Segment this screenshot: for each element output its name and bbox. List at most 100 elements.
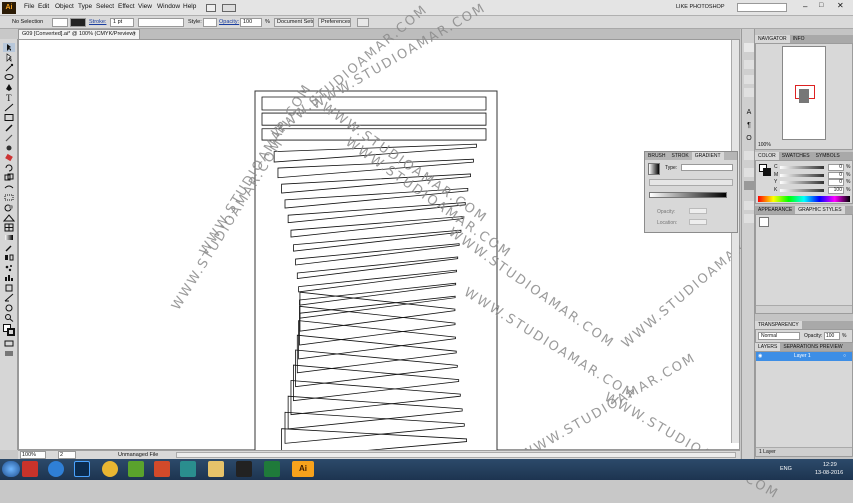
- menu-file[interactable]: File: [24, 3, 34, 10]
- stroke-panel-icon[interactable]: [744, 168, 754, 177]
- eye-icon[interactable]: ◉: [758, 352, 762, 361]
- swatch-library-icon[interactable]: [744, 60, 754, 69]
- vertical-scrollbar[interactable]: [731, 40, 739, 443]
- stroke-swatch[interactable]: [70, 18, 86, 27]
- gradient-opacity-field[interactable]: [689, 208, 707, 214]
- gradient-slider[interactable]: [649, 192, 727, 198]
- line-tool-icon[interactable]: [3, 103, 15, 112]
- gradient-type-select[interactable]: [681, 164, 733, 171]
- menu-object[interactable]: Object: [55, 3, 74, 10]
- tab-appearance[interactable]: APPEARANCE: [755, 206, 795, 214]
- selection-tool-icon[interactable]: [3, 43, 15, 52]
- document-setup-button[interactable]: Document Setup: [274, 18, 314, 27]
- channel-value[interactable]: 0: [828, 171, 844, 179]
- magic-wand-tool-icon[interactable]: [3, 63, 15, 72]
- tab-gradient[interactable]: GRADIENT: [691, 152, 724, 160]
- tab-swatches[interactable]: SWATCHES: [779, 152, 813, 160]
- target-icon[interactable]: ○: [843, 352, 846, 361]
- layer-row[interactable]: ◉ Layer 1 ○: [756, 352, 852, 361]
- paintbrush-tool-icon[interactable]: [3, 123, 15, 132]
- blend-tool-icon[interactable]: [3, 253, 15, 262]
- transparency-opacity-field[interactable]: 100: [824, 332, 840, 340]
- artboard-number[interactable]: 2: [58, 451, 76, 459]
- eraser-tool-icon[interactable]: [3, 153, 15, 162]
- acrobat-icon[interactable]: [236, 461, 252, 477]
- utorrent-icon[interactable]: [128, 461, 144, 477]
- menu-edit[interactable]: Edit: [38, 3, 49, 10]
- tab-symbols[interactable]: SYMBOLS: [813, 152, 843, 160]
- workspace-switcher[interactable]: LIKE PHOTOSHOP: [676, 3, 734, 12]
- internet-explorer-icon[interactable]: [48, 461, 64, 477]
- channel-slider[interactable]: [780, 166, 824, 169]
- file-state[interactable]: Unmanaged File: [118, 452, 158, 458]
- gradient-angle-row[interactable]: [649, 179, 733, 186]
- mesh-tool-icon[interactable]: [3, 223, 15, 232]
- arrange-icon[interactable]: [357, 18, 369, 27]
- menu-type[interactable]: Type: [78, 3, 92, 10]
- gradient-preview-swatch[interactable]: [648, 163, 660, 175]
- stroke-color-icon[interactable]: [7, 328, 15, 336]
- menu-help[interactable]: Help: [183, 3, 196, 10]
- width-tool-icon[interactable]: [3, 183, 15, 192]
- style-picker[interactable]: [203, 18, 217, 27]
- tab-layers[interactable]: LAYERS: [755, 343, 781, 351]
- excel-icon[interactable]: [264, 461, 280, 477]
- clock-time[interactable]: 12:29: [823, 462, 837, 468]
- navigator-zoom[interactable]: 100%: [758, 142, 771, 148]
- channel-slider[interactable]: [780, 181, 824, 184]
- search-field[interactable]: [737, 3, 787, 12]
- default-graphic-style[interactable]: [759, 217, 769, 227]
- tab-stroke[interactable]: STROK: [669, 152, 692, 160]
- illustrator-taskbar-icon[interactable]: Ai: [292, 461, 314, 477]
- tab-info[interactable]: INFO: [790, 35, 808, 43]
- pen-tool-icon[interactable]: [3, 83, 15, 92]
- bridge-icon[interactable]: [206, 4, 216, 12]
- artboard-tool-icon[interactable]: [3, 283, 15, 292]
- gradient-tool-icon[interactable]: [3, 233, 15, 242]
- document-canvas[interactable]: WWW.STUDIOAMAR.COM WWW.STUDIOAMAR.COM WWW.…: [18, 1, 781, 502]
- tab-transparency[interactable]: TRANSPARENCY: [755, 321, 802, 329]
- menu-window[interactable]: Window: [157, 3, 180, 10]
- color-guide-icon[interactable]: [744, 43, 754, 52]
- rectangle-tool-icon[interactable]: [3, 113, 15, 122]
- stroke-weight-field[interactable]: 1 pt: [110, 18, 134, 27]
- menu-effect[interactable]: Effect: [118, 3, 135, 10]
- document-tab[interactable]: G09 [Converted].ai* @ 100% (CMYK/Preview…: [18, 29, 140, 39]
- tab-graphic-styles[interactable]: GRAPHIC STYLES: [795, 206, 845, 214]
- menu-select[interactable]: Select: [96, 3, 114, 10]
- free-transform-tool-icon[interactable]: [3, 193, 15, 202]
- opentype-icon[interactable]: O: [744, 134, 754, 143]
- close-tab-icon[interactable]: ×: [133, 30, 136, 39]
- arrange-documents-icon[interactable]: [222, 4, 236, 12]
- minimize-icon[interactable]: –: [803, 2, 807, 11]
- close-window-icon[interactable]: ✕: [837, 1, 844, 10]
- screen-mode-icon[interactable]: [3, 349, 15, 358]
- drawing-modes-icon[interactable]: [3, 339, 15, 348]
- direct-selection-tool-icon[interactable]: [3, 53, 15, 62]
- pencil-tool-icon[interactable]: [3, 133, 15, 142]
- zoom-level[interactable]: 100%: [20, 451, 46, 459]
- eyedropper-tool-icon[interactable]: [3, 243, 15, 252]
- transform-icon[interactable]: [744, 75, 754, 84]
- channel-value[interactable]: 0: [828, 164, 844, 171]
- channel-slider[interactable]: [780, 173, 824, 177]
- layers-panel-icon[interactable]: [744, 214, 754, 223]
- taskbar-app-icon[interactable]: [22, 461, 38, 477]
- character-icon[interactable]: A: [744, 108, 754, 117]
- blend-mode-select[interactable]: Normal: [758, 332, 800, 340]
- tab-color[interactable]: COLOR: [755, 152, 779, 160]
- language-indicator[interactable]: ENG: [780, 466, 792, 472]
- variable-width-profile[interactable]: [138, 18, 184, 27]
- hand-tool-icon[interactable]: [3, 303, 15, 312]
- preferences-button[interactable]: Preferences: [318, 18, 351, 27]
- column-graph-tool-icon[interactable]: [3, 273, 15, 282]
- gradient-location-field[interactable]: [689, 219, 707, 225]
- color-spectrum[interactable]: [758, 196, 850, 202]
- slice-tool-icon[interactable]: [3, 293, 15, 302]
- start-button-icon[interactable]: [2, 461, 20, 477]
- layer-name[interactable]: Layer 1: [794, 352, 811, 361]
- clock-date[interactable]: 13-08-2016: [815, 470, 843, 476]
- shape-builder-tool-icon[interactable]: [3, 203, 15, 212]
- color-panel-icon[interactable]: [744, 151, 754, 160]
- file-explorer-icon[interactable]: [208, 461, 224, 477]
